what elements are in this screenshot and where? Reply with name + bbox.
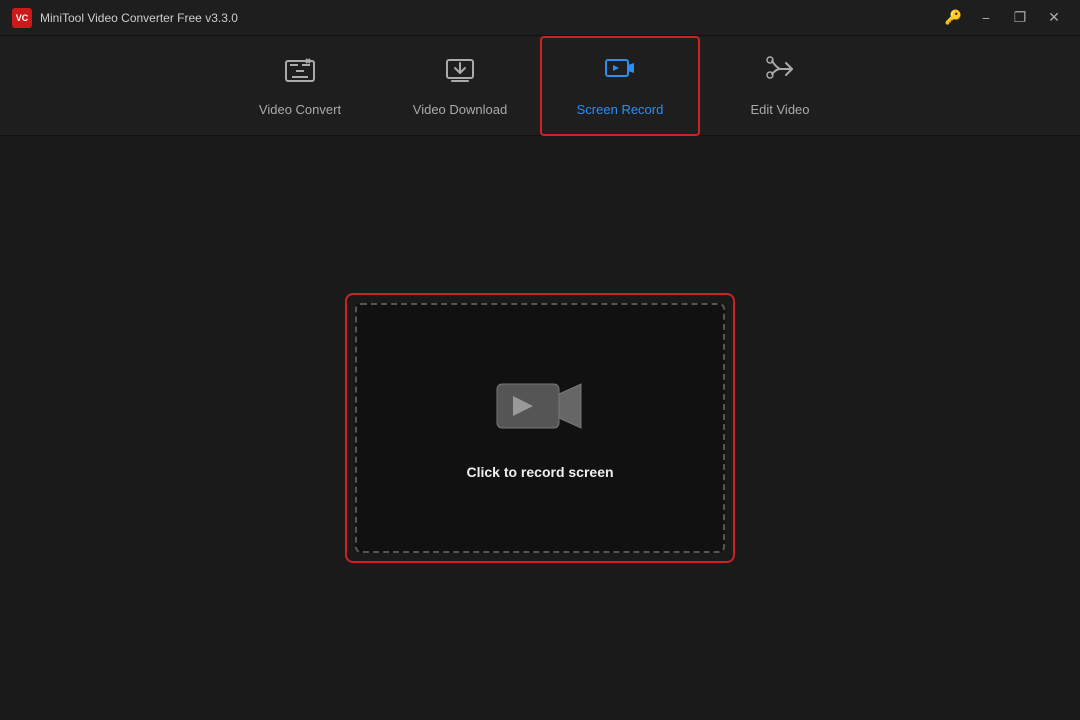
title-bar: VC MiniTool Video Converter Free v3.3.0 … <box>0 0 1080 36</box>
nav-item-screen-record[interactable]: Screen Record <box>540 36 700 136</box>
video-convert-icon <box>284 55 316 94</box>
record-text: Click to record screen <box>466 464 613 480</box>
close-button[interactable]: ✕ <box>1040 7 1068 29</box>
record-camera-icon <box>495 376 585 446</box>
nav-item-edit-video[interactable]: Edit Video <box>700 36 860 136</box>
screen-record-icon <box>604 55 636 94</box>
app-title: MiniTool Video Converter Free v3.3.0 <box>40 11 945 25</box>
video-download-icon <box>444 55 476 94</box>
nav-label-screen-record: Screen Record <box>577 102 664 117</box>
key-icon: 🔑 <box>945 9 962 26</box>
window-controls: − ❐ ✕ <box>972 7 1068 29</box>
nav-label-video-convert: Video Convert <box>259 102 341 117</box>
record-inner[interactable]: Click to record screen <box>355 303 725 553</box>
nav-item-video-convert[interactable]: Video Convert <box>220 36 380 136</box>
nav-label-video-download: Video Download <box>413 102 507 117</box>
maximize-button[interactable]: ❐ <box>1006 7 1034 29</box>
nav-bar: Video Convert Video Download Scree <box>0 36 1080 136</box>
main-content: Click to record screen <box>0 136 1080 720</box>
record-outer[interactable]: Click to record screen <box>345 293 735 563</box>
edit-video-icon <box>764 55 796 94</box>
nav-item-video-download[interactable]: Video Download <box>380 36 540 136</box>
nav-label-edit-video: Edit Video <box>750 102 809 117</box>
app-logo-text: VC <box>16 13 29 23</box>
minimize-button[interactable]: − <box>972 7 1000 29</box>
app-logo: VC <box>12 8 32 28</box>
